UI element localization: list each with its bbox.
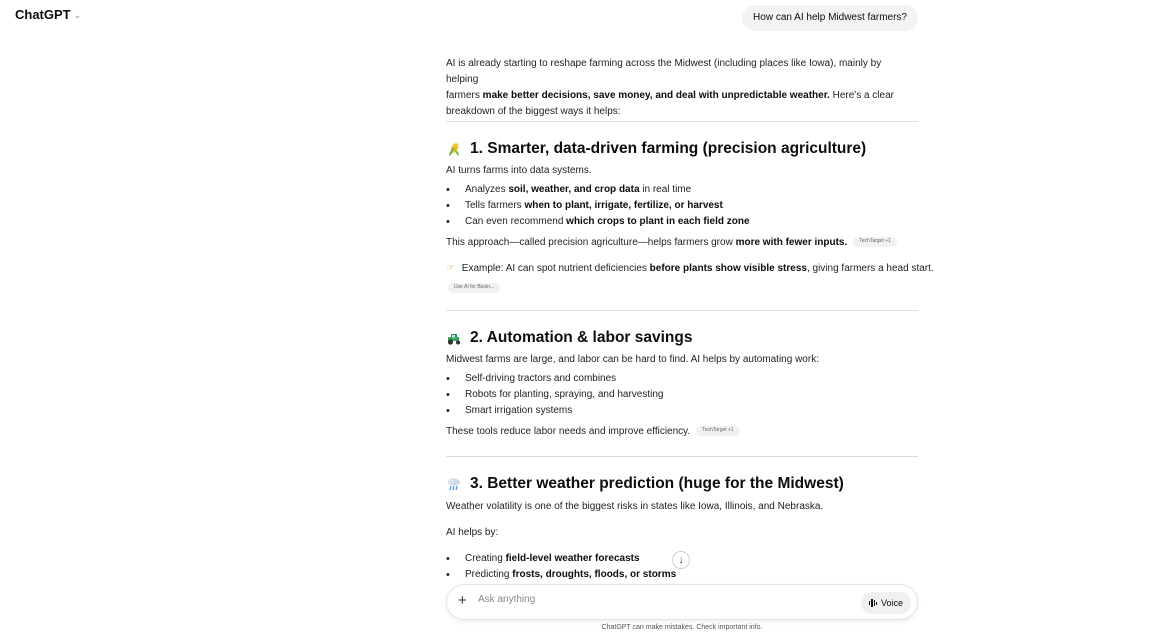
list-item: Smart irrigation systems	[446, 403, 573, 419]
disclaimer: ChatGPT can make mistakes. Check importa…	[601, 624, 763, 631]
composer: + Voice	[446, 584, 918, 620]
corn-icon	[446, 141, 462, 157]
intro-line: AI is already starting to reshape farmin…	[446, 58, 882, 85]
list-item: Tells farmers when to plant, irrigate, f…	[446, 198, 723, 214]
text-span: Analyzes	[465, 184, 509, 195]
divider	[446, 456, 918, 457]
chevron-down-icon: ⌄	[73, 9, 82, 20]
model-selector[interactable]: ChatGPT ⌄	[15, 7, 81, 22]
bold-text: make better decisions, save money, and d…	[482, 90, 830, 101]
bold-text: which crops to plant in each field zone	[566, 216, 750, 227]
citation-row: Use AI for Busin...	[446, 279, 501, 297]
voice-label: Voice	[880, 598, 903, 608]
heading-text: 2. Automation & labor savings	[470, 329, 693, 346]
text-span: farmers	[446, 90, 483, 101]
bold-text: soil, weather, and crop data	[508, 184, 640, 195]
pointing-hand-icon: ☞	[446, 263, 455, 274]
list-item-text: Self-driving tractors and combines	[465, 373, 617, 384]
list-item-text: Smart irrigation systems	[465, 405, 573, 416]
app-title: ChatGPT	[15, 7, 71, 22]
heading-text: 1. Smarter, data-driven farming (precisi…	[470, 140, 867, 157]
rain-cloud-icon	[446, 476, 462, 492]
list-item: Analyzes soil, weather, and crop data in…	[446, 182, 692, 198]
voice-waveform-icon	[869, 599, 877, 607]
section-subtitle: Weather volatility is one of the biggest…	[446, 501, 824, 512]
bold-text: more with fewer inputs.	[735, 237, 848, 248]
paragraph: This approach—called precision agricultu…	[446, 235, 897, 251]
plus-icon[interactable]: +	[458, 592, 467, 609]
heading-text: 3. Better weather prediction (huge for t…	[470, 475, 844, 492]
text-span: Example: AI can spot nutrient deficienci…	[461, 263, 650, 274]
paragraph: AI helps by:	[446, 527, 499, 538]
list-item: Can even recommend which crops to plant …	[446, 214, 750, 230]
text-span: Here's a clear	[829, 90, 894, 101]
section-heading: 2. Automation & labor savings	[446, 329, 693, 347]
text-span: Predicting	[465, 569, 513, 580]
bold-text: when to plant, irrigate, fertilize, or h…	[524, 200, 723, 211]
list-item-text: Robots for planting, spraying, and harve…	[465, 389, 664, 400]
section-subtitle: Midwest farms are large, and labor can b…	[446, 354, 819, 365]
bold-text: field-level weather forecasts	[505, 553, 640, 564]
citation-chip[interactable]: Use AI for Busin...	[448, 282, 501, 293]
section-heading: 3. Better weather prediction (huge for t…	[446, 475, 844, 493]
intro-paragraph: AI is already starting to reshape farmin…	[446, 56, 916, 120]
intro-line: farmers make better decisions, save mone…	[446, 88, 916, 104]
text-span: This approach—called precision agricultu…	[446, 237, 736, 248]
prompt-input[interactable]	[478, 594, 858, 605]
bold-text: before plants show visible stress	[649, 263, 807, 274]
list-item: Creating field-level weather forecasts	[446, 551, 640, 567]
divider	[446, 310, 918, 311]
assistant-response: AI is already starting to reshape farmin…	[446, 0, 934, 638]
section-heading: 1. Smarter, data-driven farming (precisi…	[446, 140, 866, 158]
scroll-to-bottom-button[interactable]: ↓	[672, 551, 690, 569]
text-span: in real time	[639, 184, 692, 195]
example-paragraph: ☞ Example: AI can spot nutrient deficien…	[446, 261, 934, 277]
text-span: Can even recommend	[465, 216, 567, 227]
text-span: These tools reduce labor needs and impro…	[446, 426, 691, 437]
list-item: Self-driving tractors and combines	[446, 371, 617, 387]
bold-text: frosts, droughts, floods, or storms	[512, 569, 677, 580]
text-span: Creating	[465, 553, 506, 564]
paragraph: These tools reduce labor needs and impro…	[446, 424, 740, 440]
text-span: , giving farmers a head start.	[806, 263, 934, 274]
section-subtitle: AI turns farms into data systems.	[446, 165, 592, 176]
list-item: Predicting frosts, droughts, floods, or …	[446, 567, 677, 583]
intro-line: breakdown of the biggest ways it helps:	[446, 106, 621, 117]
divider	[446, 121, 918, 122]
citation-chip[interactable]: TechTarget +1	[853, 237, 897, 248]
arrow-down-icon: ↓	[678, 554, 684, 566]
voice-button[interactable]: Voice	[861, 592, 911, 614]
tractor-icon	[446, 330, 462, 346]
list-item: Robots for planting, spraying, and harve…	[446, 387, 664, 403]
text-span: Tells farmers	[465, 200, 525, 211]
citation-chip[interactable]: TechTarget +1	[696, 426, 740, 437]
